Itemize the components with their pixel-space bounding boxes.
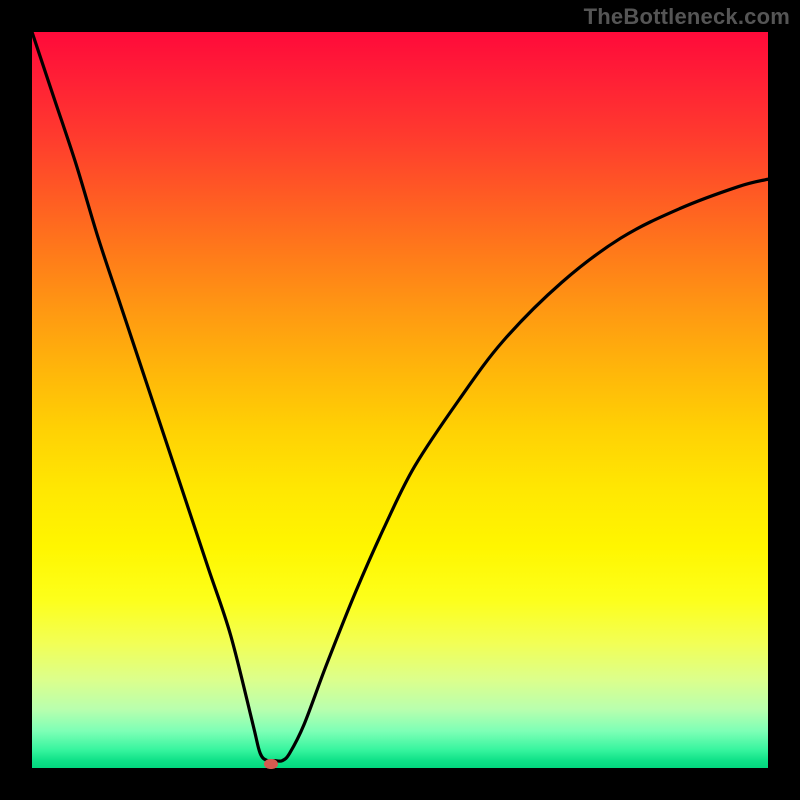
bottleneck-curve bbox=[32, 32, 768, 761]
curve-svg bbox=[32, 32, 768, 768]
plot-area bbox=[32, 32, 768, 768]
watermark-text: TheBottleneck.com bbox=[584, 4, 790, 30]
chart-stage: TheBottleneck.com bbox=[0, 0, 800, 800]
